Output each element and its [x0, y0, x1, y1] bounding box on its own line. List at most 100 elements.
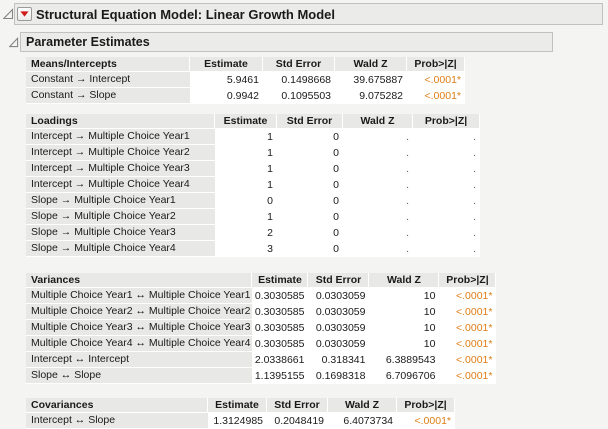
value-cell: 0.3030585 — [252, 320, 308, 336]
value-cell: 1 — [215, 129, 277, 145]
value-cell: 0 — [215, 193, 277, 209]
table-header-row: LoadingsEstimateStd ErrorWald ZProb>|Z| — [26, 114, 480, 129]
value-cell: . — [343, 241, 413, 257]
table-row: Multiple Choice Year4 ↔ Multiple Choice … — [26, 336, 496, 352]
value-cell: 10 — [369, 288, 439, 304]
column-header: Estimate — [208, 398, 267, 413]
value-cell: 10 — [369, 320, 439, 336]
table-row: Constant → Intercept5.94610.149866839.67… — [26, 72, 465, 88]
value-cell: 0.3030585 — [252, 288, 308, 304]
row-label: Multiple Choice Year1 ↔ Multiple Choice … — [26, 288, 252, 304]
table-title: Means/Intercepts — [26, 57, 190, 72]
value-cell: 0.2048419 — [267, 413, 328, 429]
value-cell: <.0001* — [439, 352, 496, 368]
value-cell: 5.9461 — [190, 72, 263, 88]
row-label: Intercept → Multiple Choice Year4 — [26, 177, 215, 193]
report-title: Structural Equation Model: Linear Growth… — [32, 7, 335, 22]
value-cell: 0.0303059 — [308, 304, 369, 320]
value-cell: 6.3889543 — [369, 352, 439, 368]
row-label: Slope → Multiple Choice Year3 — [26, 225, 215, 241]
value-cell: 0.1498668 — [263, 72, 335, 88]
value-cell: <.0001* — [439, 336, 496, 352]
value-cell: 0.318341 — [308, 352, 369, 368]
value-cell: . — [343, 161, 413, 177]
column-header: Std Error — [277, 114, 343, 129]
row-label: Intercept ↔ Intercept — [26, 352, 252, 368]
table-row: Slope → Multiple Choice Year100.. — [26, 193, 480, 209]
value-cell: 0 — [277, 209, 343, 225]
column-header: Estimate — [252, 273, 308, 288]
column-header: Std Error — [267, 398, 328, 413]
row-label: Constant → Slope — [26, 88, 190, 104]
value-cell: . — [413, 209, 480, 225]
value-cell: 0 — [277, 145, 343, 161]
value-cell: 2 — [215, 225, 277, 241]
report-window: Structural Equation Model: Linear Growth… — [0, 3, 608, 429]
value-cell: <.0001* — [397, 413, 455, 429]
value-cell: 0.1698318 — [308, 368, 369, 384]
column-header: Wald Z — [343, 114, 413, 129]
value-cell: . — [413, 193, 480, 209]
column-header: Estimate — [190, 57, 263, 72]
table-row: Intercept → Multiple Choice Year410.. — [26, 177, 480, 193]
value-cell: . — [343, 177, 413, 193]
value-cell: 0 — [277, 241, 343, 257]
column-header: Wald Z — [328, 398, 397, 413]
table-row: Intercept ↔ Intercept2.03386610.3183416.… — [26, 352, 496, 368]
value-cell: . — [343, 145, 413, 161]
outline-title-row: Structural Equation Model: Linear Growth… — [0, 3, 608, 25]
table-header-row: VariancesEstimateStd ErrorWald ZProb>|Z| — [26, 273, 496, 288]
value-cell: 6.4073734 — [328, 413, 397, 429]
row-label: Multiple Choice Year2 ↔ Multiple Choice … — [26, 304, 252, 320]
table-row: Constant → Slope0.99420.10955039.075282<… — [26, 88, 465, 104]
value-cell: 0 — [277, 161, 343, 177]
value-cell: <.0001* — [439, 304, 496, 320]
value-cell: 0.3030585 — [252, 336, 308, 352]
row-label: Slope → Multiple Choice Year1 — [26, 193, 215, 209]
column-header: Prob>|Z| — [397, 398, 455, 413]
column-header: Wald Z — [335, 57, 407, 72]
section-title-bar: Parameter Estimates — [20, 32, 553, 52]
table-row: Multiple Choice Year1 ↔ Multiple Choice … — [26, 288, 496, 304]
red-triangle-menu-button[interactable] — [17, 7, 32, 21]
disclosure-triangle-open-icon[interactable] — [9, 37, 19, 48]
value-cell: <.0001* — [439, 368, 496, 384]
value-cell: . — [343, 129, 413, 145]
table-row: Intercept ↔ Slope1.31249850.20484196.407… — [26, 413, 455, 429]
value-cell: 0.1095503 — [263, 88, 335, 104]
table-row: Intercept → Multiple Choice Year110.. — [26, 129, 480, 145]
table-title: Covariances — [26, 398, 208, 413]
value-cell: <.0001* — [407, 72, 465, 88]
value-cell: 2.0338661 — [252, 352, 308, 368]
param-table-covariances: CovariancesEstimateStd ErrorWald ZProb>|… — [26, 398, 455, 429]
column-header: Estimate — [215, 114, 277, 129]
value-cell: . — [413, 145, 480, 161]
parameter-tables: Means/InterceptsEstimateStd ErrorWald ZP… — [0, 57, 608, 429]
value-cell: 10 — [369, 336, 439, 352]
value-cell: 9.075282 — [335, 88, 407, 104]
value-cell: 1.1395155 — [252, 368, 308, 384]
value-cell: 10 — [369, 304, 439, 320]
value-cell: 0.0303059 — [308, 336, 369, 352]
row-label: Constant → Intercept — [26, 72, 190, 88]
table-title: Variances — [26, 273, 252, 288]
column-header: Prob>|Z| — [413, 114, 480, 129]
row-label: Intercept → Multiple Choice Year1 — [26, 129, 215, 145]
value-cell: 1.3124985 — [208, 413, 267, 429]
disclosure-triangle-glyph — [9, 37, 19, 48]
value-cell: . — [413, 225, 480, 241]
column-header: Wald Z — [369, 273, 439, 288]
value-cell: 0 — [277, 225, 343, 241]
value-cell: 0.0303059 — [308, 320, 369, 336]
param-table-variances: VariancesEstimateStd ErrorWald ZProb>|Z|… — [26, 273, 496, 384]
row-label: Slope ↔ Slope — [26, 368, 252, 384]
value-cell: 0.0303059 — [308, 288, 369, 304]
table-row: Intercept → Multiple Choice Year310.. — [26, 161, 480, 177]
disclosure-triangle-open-icon[interactable] — [3, 8, 14, 20]
table-header-row: Means/InterceptsEstimateStd ErrorWald ZP… — [26, 57, 465, 72]
value-cell: 3 — [215, 241, 277, 257]
value-cell: . — [343, 225, 413, 241]
row-label: Intercept ↔ Slope — [26, 413, 208, 429]
row-label: Intercept → Multiple Choice Year2 — [26, 145, 215, 161]
value-cell: 1 — [215, 209, 277, 225]
